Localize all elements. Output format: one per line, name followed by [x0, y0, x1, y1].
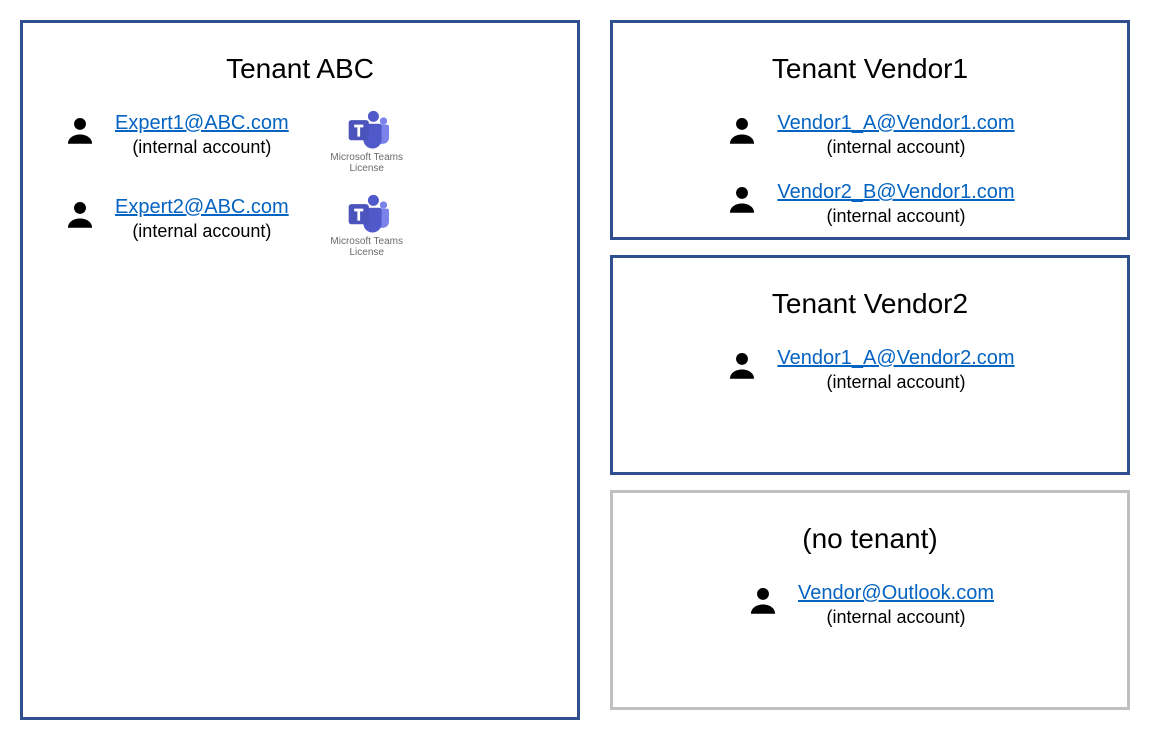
user-sub-label: (internal account)	[115, 136, 289, 159]
user-text: Vendor2_B@Vendor1.com (internal account)	[777, 179, 1014, 228]
person-icon	[746, 584, 780, 618]
user-row: Vendor2_B@Vendor1.com (internal account)	[643, 179, 1097, 228]
user-email-link[interactable]: Expert2@ABC.com	[115, 194, 289, 220]
user-sub-label: (internal account)	[115, 220, 289, 243]
user-text: Vendor1_A@Vendor2.com (internal account)	[777, 345, 1014, 394]
user-email-link[interactable]: Expert1@ABC.com	[115, 110, 289, 136]
user-row: Vendor1_A@Vendor1.com (internal account)	[643, 110, 1097, 159]
no-tenant-title: (no tenant)	[643, 523, 1097, 555]
person-icon	[63, 198, 97, 232]
license-caption: Microsoft TeamsLicense	[330, 236, 403, 258]
person-icon	[725, 183, 759, 217]
user-email-link[interactable]: Vendor@Outlook.com	[798, 580, 994, 606]
person-icon	[725, 349, 759, 383]
user-email-link[interactable]: Vendor1_A@Vendor2.com	[777, 345, 1014, 371]
right-column: Tenant Vendor1 Vendor1_A@Vendor1.com (in…	[610, 20, 1130, 720]
teams-license-badge: Microsoft TeamsLicense	[327, 110, 407, 174]
user-email-link[interactable]: Vendor2_B@Vendor1.com	[777, 179, 1014, 205]
tenant-vendor2-title: Tenant Vendor2	[643, 288, 1097, 320]
user-text: Vendor@Outlook.com (internal account)	[798, 580, 994, 629]
user-row: Vendor@Outlook.com (internal account)	[643, 580, 1097, 629]
left-column: Tenant ABC Expert1@ABC.com (internal acc…	[20, 20, 580, 720]
tenant-abc-title: Tenant ABC	[53, 53, 547, 85]
user-sub-label: (internal account)	[777, 205, 1014, 228]
user-row: Vendor1_A@Vendor2.com (internal account)	[643, 345, 1097, 394]
user-sub-label: (internal account)	[798, 606, 994, 629]
user-sub-label: (internal account)	[777, 371, 1014, 394]
diagram-canvas: Tenant ABC Expert1@ABC.com (internal acc…	[20, 20, 1133, 720]
person-icon	[725, 114, 759, 148]
no-tenant-box: (no tenant) Vendor@Outlook.com (internal…	[610, 490, 1130, 710]
tenant-vendor1-box: Tenant Vendor1 Vendor1_A@Vendor1.com (in…	[610, 20, 1130, 240]
user-row: Expert1@ABC.com (internal account)	[63, 110, 547, 174]
user-row: Expert2@ABC.com (internal account)	[63, 194, 547, 258]
user-sub-label: (internal account)	[777, 136, 1014, 159]
user-email-link[interactable]: Vendor1_A@Vendor1.com	[777, 110, 1014, 136]
teams-icon	[345, 110, 389, 150]
tenant-abc-box: Tenant ABC Expert1@ABC.com (internal acc…	[20, 20, 580, 720]
tenant-vendor1-title: Tenant Vendor1	[643, 53, 1097, 85]
user-text: Expert2@ABC.com (internal account)	[115, 194, 289, 243]
license-caption: Microsoft TeamsLicense	[330, 152, 403, 174]
tenant-vendor2-box: Tenant Vendor2 Vendor1_A@Vendor2.com (in…	[610, 255, 1130, 475]
person-icon	[63, 114, 97, 148]
teams-license-badge: Microsoft TeamsLicense	[327, 194, 407, 258]
teams-icon	[345, 194, 389, 234]
user-text: Vendor1_A@Vendor1.com (internal account)	[777, 110, 1014, 159]
user-text: Expert1@ABC.com (internal account)	[115, 110, 289, 159]
